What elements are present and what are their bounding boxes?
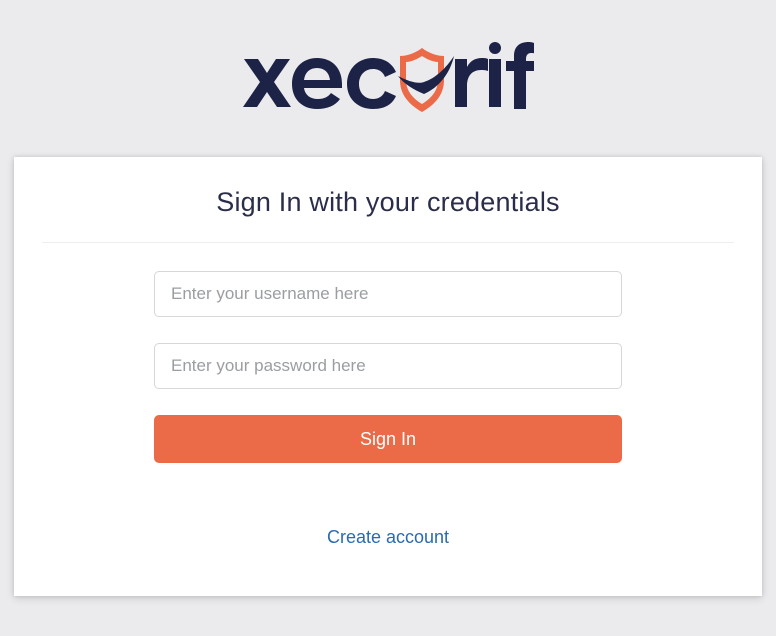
card-header: Sign In with your credentials (14, 157, 762, 242)
username-input[interactable] (154, 271, 622, 317)
signin-button[interactable]: Sign In (154, 415, 622, 463)
brand-logo (242, 42, 534, 121)
logo-container (0, 0, 776, 157)
card-title: Sign In with your credentials (34, 187, 742, 218)
create-account-link[interactable]: Create account (327, 527, 449, 547)
divider (42, 242, 734, 243)
signin-card: Sign In with your credentials Sign In Cr… (14, 157, 762, 596)
link-container: Create account (154, 527, 622, 548)
signin-form: Sign In Create account (14, 271, 762, 548)
password-input[interactable] (154, 343, 622, 389)
